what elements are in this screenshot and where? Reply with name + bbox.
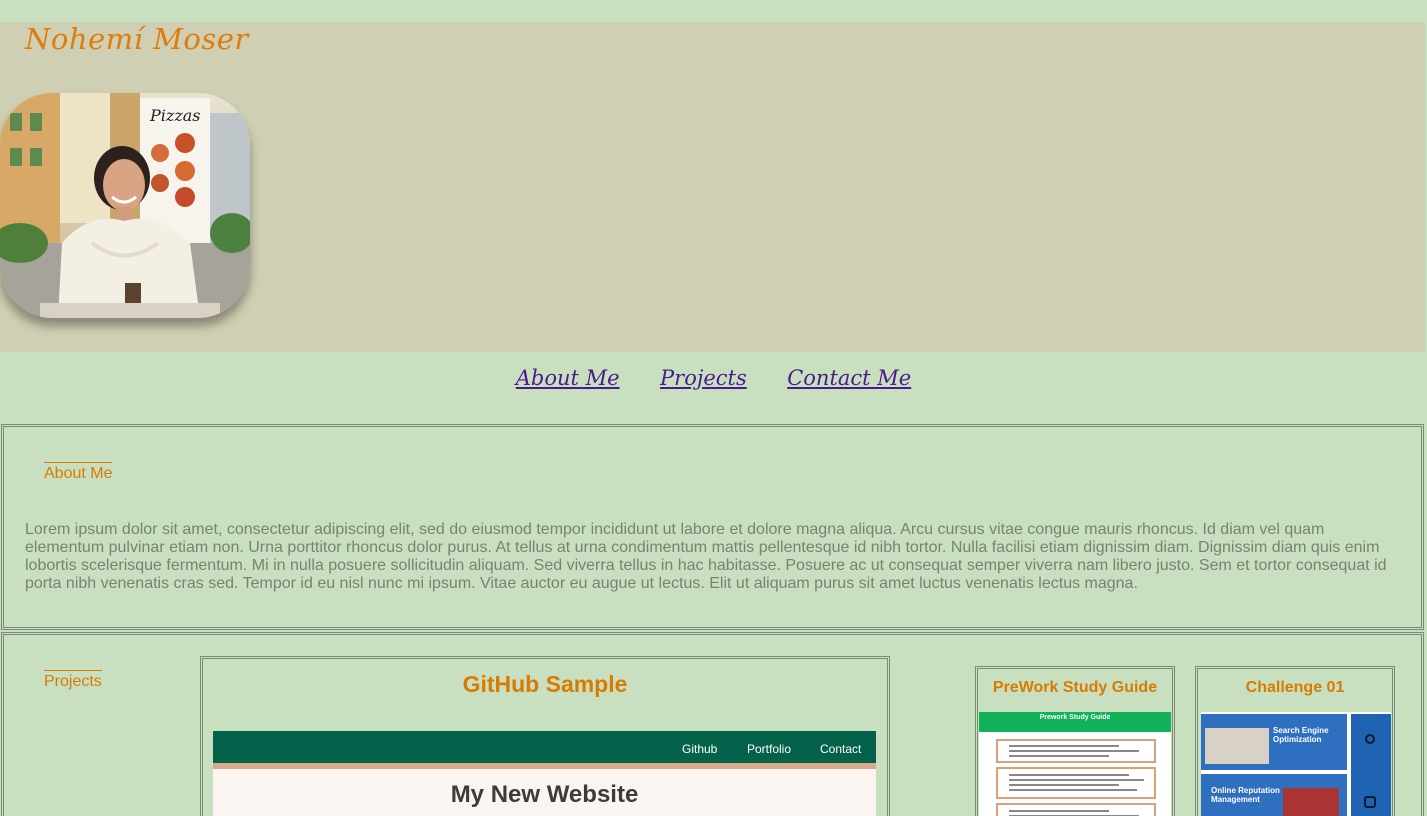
nav-projects[interactable]: Projects <box>660 366 747 390</box>
about-text: Lorem ipsum dolor sit amet, consectetur … <box>25 521 1387 592</box>
about-section: About Me Lorem ipsum dolor sit amet, con… <box>1 424 1424 630</box>
projects-section: Projects GitHub Sample Github Portfolio … <box>1 632 1424 816</box>
nav-about-me[interactable]: About Me <box>516 366 620 390</box>
prework-card[interactable]: PreWork Study Guide Prework Study Guide <box>975 666 1175 816</box>
preview-nav-github: Github <box>682 742 718 756</box>
github-sample-card[interactable]: GitHub Sample Github Portfolio Contact M… <box>200 656 890 816</box>
preview-nav-portfolio: Portfolio <box>747 742 792 756</box>
preview-nav-contact: Contact <box>820 742 862 756</box>
profile-photo: Pizzas <box>0 93 250 318</box>
about-title: About Me <box>44 462 113 483</box>
seo-heading: Search Engine Optimization <box>1273 726 1329 744</box>
broadcast-icon <box>1364 796 1376 808</box>
prework-preview[interactable]: Prework Study Guide <box>979 712 1171 816</box>
prework-banner: Prework Study Guide <box>979 712 1171 732</box>
site-name: Nohemí Moser <box>25 22 249 56</box>
site-header: Nohemí Moser Pizzas <box>0 22 1425 352</box>
challenge-preview[interactable]: Search Engine Optimization Online Reputa… <box>1201 712 1391 816</box>
projects-title: Projects <box>44 670 102 691</box>
orm-heading: Online Reputation Management <box>1211 786 1280 804</box>
challenge-sidebar <box>1351 714 1391 816</box>
svg-text:Pizzas: Pizzas <box>149 106 201 125</box>
main-nav: About Me Projects Contact Me <box>0 366 1427 390</box>
seo-image <box>1205 728 1269 764</box>
github-sample-title: GitHub Sample <box>462 671 628 697</box>
prework-title: PreWork Study Guide <box>992 679 1158 696</box>
nav-contact-me[interactable]: Contact Me <box>787 366 911 390</box>
bulb-icon <box>1365 734 1375 744</box>
prework-content-thumbnail <box>996 739 1156 816</box>
orm-image <box>1283 788 1339 816</box>
seo-panel: Search Engine Optimization <box>1201 714 1347 770</box>
challenge-card[interactable]: Challenge 01 Search Engine Optimization … <box>1195 666 1395 816</box>
github-sample-preview[interactable]: Github Portfolio Contact My New Website <box>213 731 876 816</box>
orm-panel: Online Reputation Management <box>1201 774 1347 816</box>
challenge-title: Challenge 01 <box>1245 679 1345 696</box>
preview-navbar: Github Portfolio Contact <box>213 731 876 769</box>
preview-heading: My New Website <box>450 781 639 808</box>
